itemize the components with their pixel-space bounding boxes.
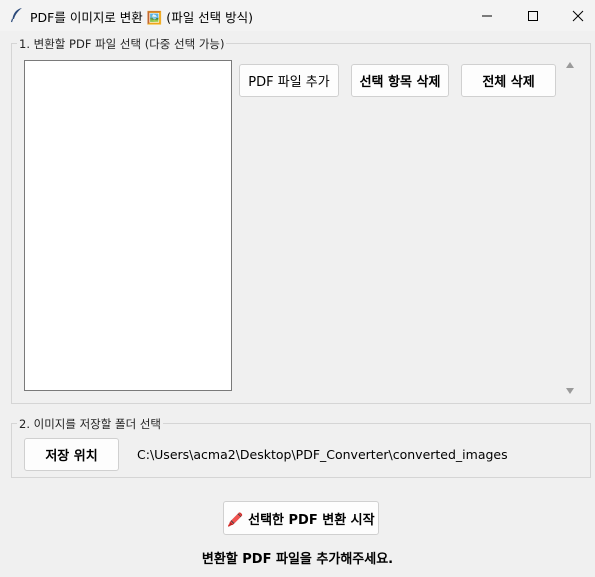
window-title: PDF를 이미지로 변환 🖼️ (파일 선택 방식) [30,10,254,25]
start-conversion-button[interactable]: 🖍️ 선택한 PDF 변환 시작 [223,501,379,535]
close-icon [572,10,584,21]
maximize-button[interactable] [510,0,556,31]
scroll-down-arrow-icon[interactable] [566,388,574,394]
scroll-up-arrow-icon[interactable] [566,62,574,68]
add-pdf-button-label: PDF 파일 추가 [248,75,330,90]
title-bar[interactable]: PDF를 이미지로 변환 🖼️ (파일 선택 방식) [0,0,595,31]
minimize-icon [482,15,492,16]
clear-all-button[interactable]: 전체 삭제 [461,64,556,97]
add-pdf-button[interactable]: PDF 파일 추가 [239,64,339,97]
maximize-icon [528,10,538,21]
feather-icon [10,8,22,23]
minimize-button[interactable] [464,0,510,31]
pdf-file-group-label: 1. 변환할 PDF 파일 선택 (다중 선택 가능) [17,36,227,52]
output-folder-group-label: 2. 이미지를 저장할 폴더 선택 [17,416,163,432]
close-button[interactable] [555,0,595,31]
save-location-button-label: 저장 위치 [45,449,98,464]
pdf-file-listbox[interactable] [24,60,232,391]
remove-selected-button[interactable]: 선택 항목 삭제 [351,64,449,97]
save-location-button[interactable]: 저장 위치 [24,438,119,471]
start-conversion-button-label: 🖍️ 선택한 PDF 변환 시작 [227,512,375,528]
clear-all-button-label: 전체 삭제 [482,75,535,90]
status-message: 변환할 PDF 파일을 추가해주세요. [201,552,394,567]
remove-selected-button-label: 선택 항목 삭제 [359,75,441,90]
file-list-scrollbar[interactable] [562,56,579,400]
output-path-label: C:\Users\acma2\Desktop\PDF_Converter\con… [137,447,508,462]
